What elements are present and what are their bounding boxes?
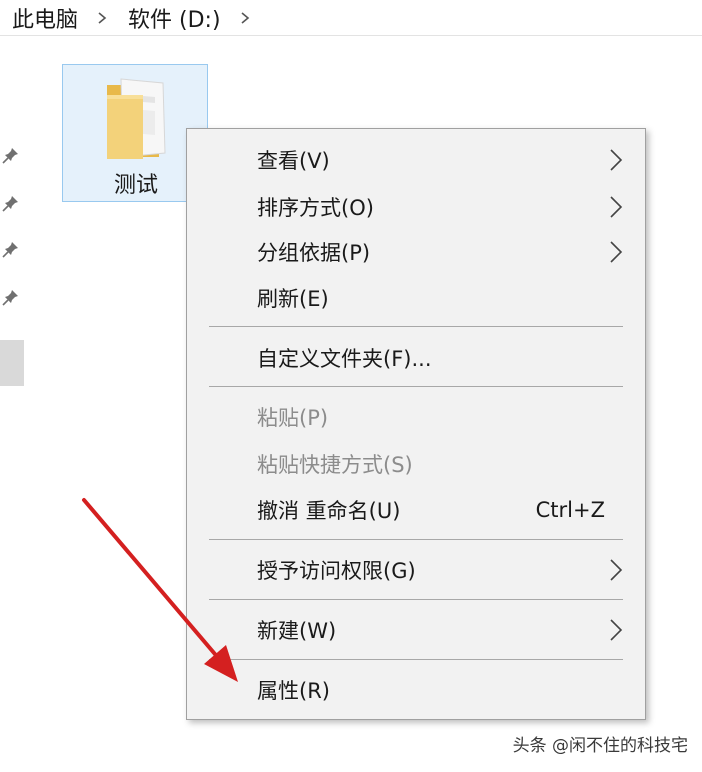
menu-item-label: 查看(V) — [257, 149, 330, 173]
menu-item-properties[interactable]: 属性(R) — [187, 667, 645, 713]
breadcrumb-item-this-pc[interactable]: 此电脑 — [0, 2, 82, 34]
menu-item-label: 排序方式(O) — [257, 196, 374, 220]
menu-item-customize-folder[interactable]: 自定义文件夹(F)... — [187, 335, 645, 381]
menu-separator — [209, 326, 623, 327]
context-menu: 查看(V) 排序方式(O) 分组依据(P) 刷新(E) 自定义文件夹(F)...… — [186, 128, 646, 720]
menu-item-refresh[interactable]: 刷新(E) — [187, 275, 645, 321]
menu-item-label: 撤消 重命名(U) — [257, 499, 401, 523]
menu-item-undo-rename[interactable]: 撤消 重命名(U) Ctrl+Z — [187, 487, 645, 533]
menu-item-shortcut: Ctrl+Z — [535, 498, 605, 522]
chevron-right-icon — [610, 619, 623, 641]
menu-item-sort-by[interactable]: 排序方式(O) — [187, 184, 645, 230]
menu-separator — [209, 386, 623, 387]
menu-item-label: 粘贴(P) — [257, 406, 329, 430]
menu-item-label: 粘贴快捷方式(S) — [257, 453, 413, 477]
menu-item-give-access[interactable]: 授予访问权限(G) — [187, 547, 645, 593]
menu-item-group-by[interactable]: 分组依据(P) — [187, 229, 645, 275]
pin-icon[interactable] — [2, 240, 20, 258]
breadcrumb-item-drive-d[interactable]: 软件 (D:) — [118, 2, 225, 34]
menu-item-new[interactable]: 新建(W) — [187, 607, 645, 653]
menu-separator — [209, 599, 623, 600]
folder-icon — [107, 78, 166, 159]
menu-item-view[interactable]: 查看(V) — [187, 137, 645, 183]
chevron-right-icon — [610, 559, 623, 581]
chevron-right-icon — [610, 241, 623, 263]
nav-pane-scroll-highlight[interactable] — [0, 340, 24, 386]
menu-separator — [209, 659, 623, 660]
menu-item-label: 刷新(E) — [257, 287, 329, 311]
chevron-right-icon[interactable] — [96, 11, 108, 24]
pin-icon[interactable] — [2, 194, 20, 212]
watermark: 头条 @闲不住的科技宅 — [512, 736, 688, 756]
pin-icon[interactable] — [2, 288, 20, 306]
chevron-right-icon — [610, 149, 623, 171]
menu-item-paste[interactable]: 粘贴(P) — [187, 394, 645, 440]
chevron-right-icon — [610, 196, 623, 218]
chevron-right-icon[interactable] — [239, 11, 251, 24]
breadcrumb: 此电脑 软件 (D:) — [0, 0, 702, 36]
menu-separator — [209, 539, 623, 540]
menu-item-paste-shortcut[interactable]: 粘贴快捷方式(S) — [187, 441, 645, 487]
menu-item-label: 属性(R) — [257, 679, 330, 703]
menu-item-label: 分组依据(P) — [257, 241, 371, 265]
menu-item-label: 新建(W) — [257, 619, 337, 643]
menu-item-label: 授予访问权限(G) — [257, 559, 416, 583]
pin-icon[interactable] — [2, 146, 20, 164]
menu-item-label: 自定义文件夹(F)... — [257, 347, 432, 371]
